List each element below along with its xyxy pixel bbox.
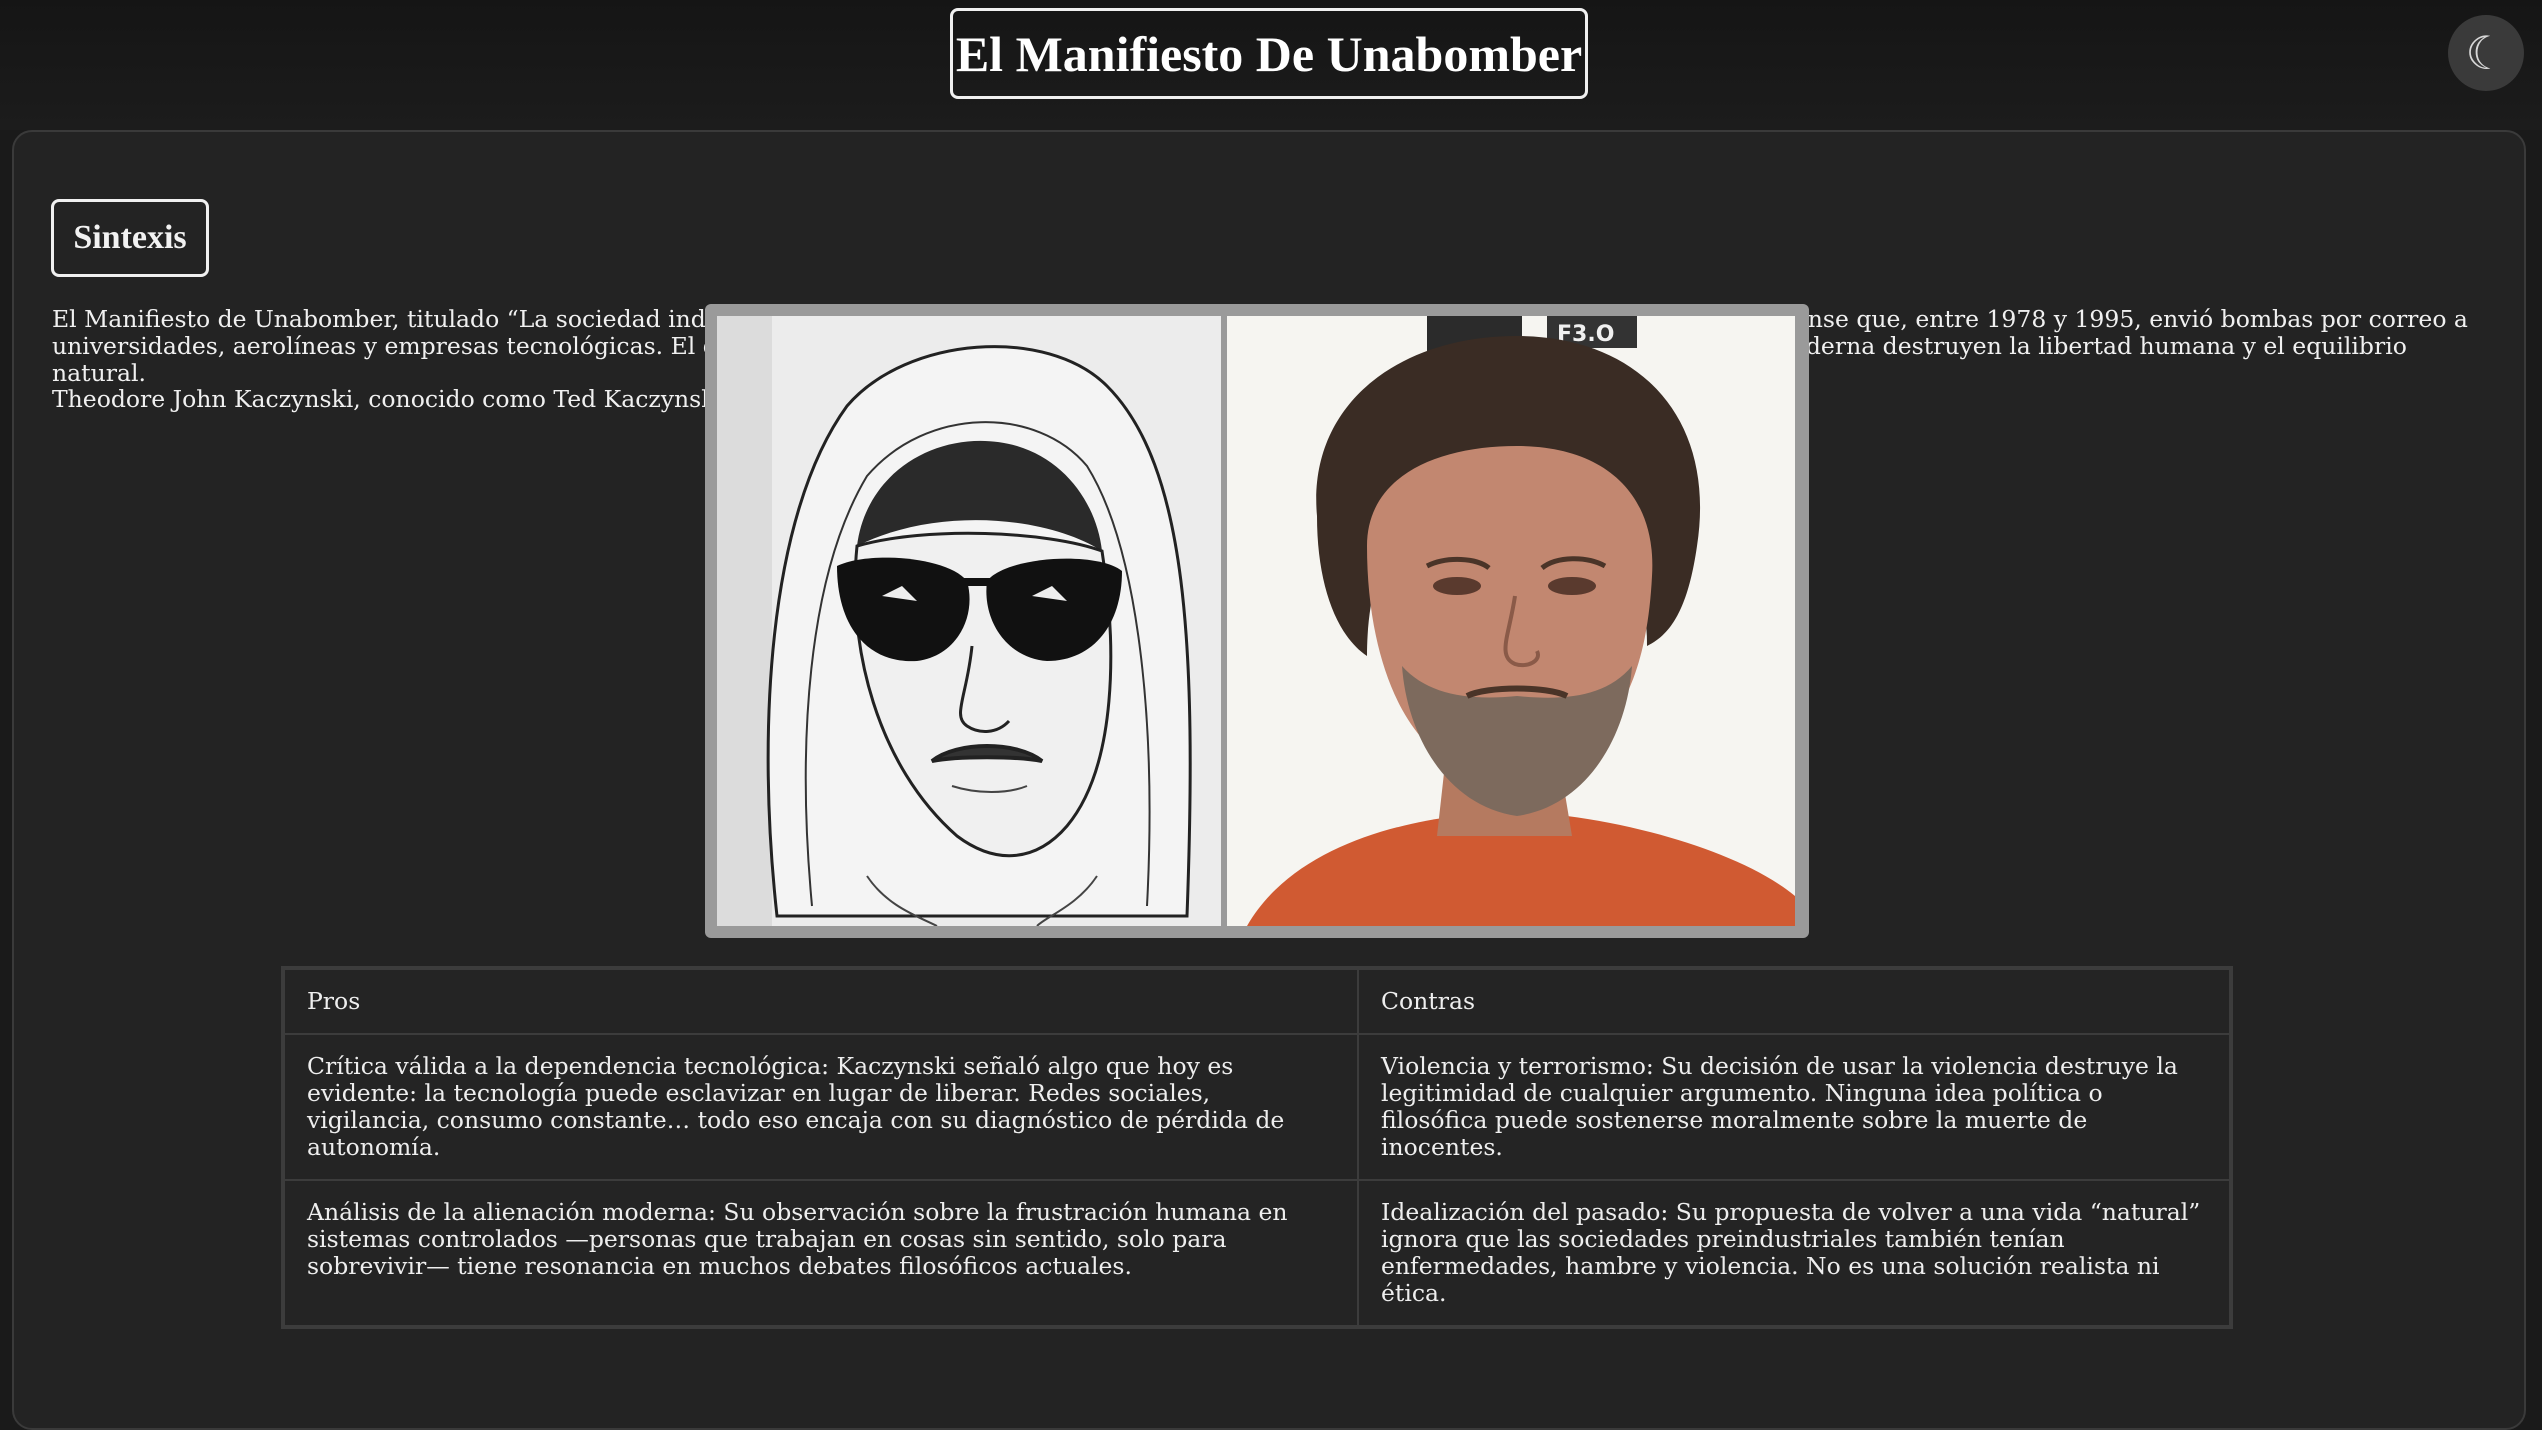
mugshot-photo-image: F3.O [1227,316,1795,926]
page-header: El Manifiesto De Unabomber ☾ [0,0,2542,130]
table-cell-pro: Análisis de la alienación moderna: Su ob… [283,1179,1359,1327]
table-row: Análisis de la alienación moderna: Su ob… [283,1179,2231,1327]
unabomber-image: F3.O [705,304,1809,938]
theme-toggle-button[interactable]: ☾ [2448,15,2524,91]
table-cell-con: Violencia y terrorismo: Su decisión de u… [1357,1033,2231,1181]
table-cell-con: Idealización del pasado: Su propuesta de… [1357,1179,2231,1327]
table-cell-pro: Crítica válida a la dependencia tecnológ… [283,1033,1359,1181]
pros-cons-table: Pros Contras Crítica válida a la depende… [281,966,2233,1329]
section-heading: Sintexis [51,199,209,277]
cons-column-header: Contras [1357,968,2231,1035]
moon-icon: ☾ [2465,26,2507,80]
table-row: Crítica válida a la dependencia tecnológ… [283,1033,2231,1181]
pros-column-header: Pros [283,968,1359,1035]
site-title: El Manifiesto De Unabomber [950,8,1588,99]
table-header-row: Pros Contras [283,968,2231,1035]
composite-sketch-image [717,316,1221,926]
